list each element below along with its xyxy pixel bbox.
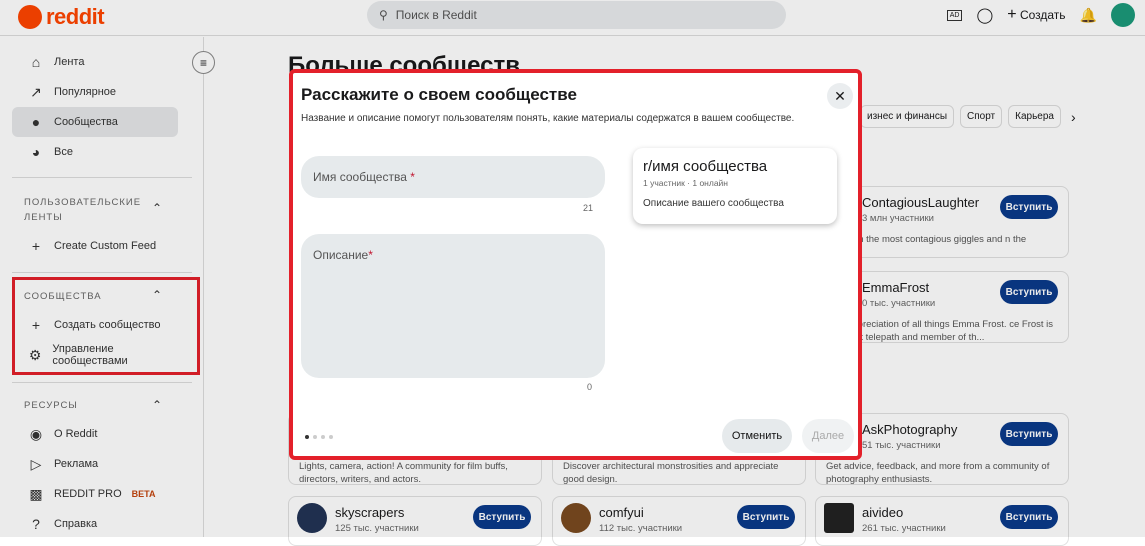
- required-mark: *: [410, 170, 415, 184]
- next-button[interactable]: Далее: [802, 419, 854, 453]
- step-dot: [329, 435, 333, 439]
- cancel-button[interactable]: Отменить: [722, 419, 792, 453]
- dialog-subtitle: Название и описание помогут пользователя…: [301, 113, 795, 124]
- community-preview-card: r/имя сообщества 1 участник · 1 онлайн О…: [633, 148, 837, 224]
- preview-meta: 1 участник · 1 онлайн: [643, 178, 728, 188]
- preview-name: r/имя сообщества: [643, 158, 768, 175]
- create-community-dialog: Расскажите о своем сообществе Название и…: [289, 69, 862, 460]
- description-input[interactable]: Описание*: [301, 234, 605, 378]
- description-char-count: 0: [587, 382, 593, 392]
- step-indicator: [305, 435, 333, 439]
- step-dot: [321, 435, 325, 439]
- preview-description: Описание вашего сообщества: [643, 198, 784, 209]
- placeholder: Описание: [313, 248, 369, 262]
- step-dot: [313, 435, 317, 439]
- community-name-input[interactable]: Имя сообщества *: [301, 156, 605, 198]
- dialog-title: Расскажите о своем сообществе: [301, 85, 577, 104]
- close-button[interactable]: ✕: [827, 83, 853, 109]
- step-dot: [305, 435, 309, 439]
- name-char-count: 21: [583, 203, 594, 213]
- placeholder: Имя сообщества: [313, 170, 407, 184]
- close-icon: ✕: [834, 87, 846, 104]
- required-mark: *: [368, 248, 373, 262]
